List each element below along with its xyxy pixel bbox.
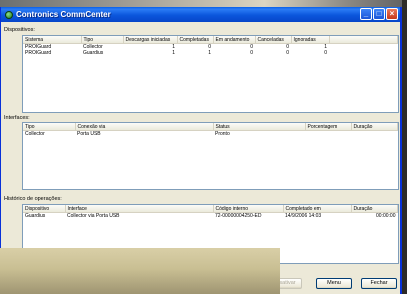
title-bar[interactable]: Contronics CommCenter _ □ ×	[1, 7, 400, 22]
table-row[interactable]: Collector Porta USB Pronto	[23, 131, 398, 138]
minimize-icon[interactable]: _	[360, 8, 372, 20]
column-header[interactable]: Porcentagem	[305, 123, 352, 131]
interfaces-table: Tipo Conexão via Status Porcentagem Dura…	[23, 123, 398, 137]
cell-duracao	[351, 131, 398, 138]
column-header[interactable]: Interface	[65, 205, 214, 213]
cell-tipo: Collector	[25, 131, 45, 137]
cell-tipo: Guardius	[83, 50, 104, 56]
cell-conexao: Porta USB	[77, 131, 101, 137]
historico-table: Dispositivo Interface Código interno Com…	[23, 205, 398, 219]
column-header[interactable]: Tipo	[81, 36, 124, 44]
cell-codigo: 72-00000004250-ED	[215, 213, 262, 219]
dispositivos-list[interactable]: Sistema Tipo Descargas iniciadas Complet…	[22, 35, 399, 113]
window-title: Contronics CommCenter	[16, 10, 111, 19]
historico-label: Histórico de operações:	[4, 196, 62, 202]
table-row[interactable]: PROIGuard Guardius 1 1 0 0 0	[23, 50, 398, 56]
column-header[interactable]: Sistema	[23, 36, 82, 44]
column-header[interactable]: Canceladas	[255, 36, 292, 44]
cell-status: Pronto	[215, 131, 230, 137]
column-header[interactable]: Duração	[351, 205, 398, 213]
table-row[interactable]: Guardius Collector via Porta USB 72-0000…	[23, 213, 398, 219]
column-header[interactable]: Dispositivo	[23, 205, 66, 213]
column-header[interactable]: Status	[213, 123, 306, 131]
cell-canceladas: 0	[286, 50, 289, 56]
cell-dispositivo: Guardius	[25, 213, 46, 219]
contronics-app-icon	[5, 10, 13, 19]
cell-completadas: 1	[208, 50, 211, 56]
column-header[interactable]: Completado em	[283, 205, 352, 213]
cell-porcentagem	[305, 131, 351, 138]
column-header[interactable]: Descargas iniciadas	[123, 36, 178, 44]
column-header[interactable]: Em andamento	[213, 36, 256, 44]
column-header[interactable]: Duração	[351, 123, 398, 131]
cell-em-andamento: 0	[250, 50, 253, 56]
cell-duracao: 00:00:00	[376, 213, 396, 219]
column-header[interactable]: Completadas	[177, 36, 214, 44]
dispositivos-table: Sistema Tipo Descargas iniciadas Complet…	[23, 36, 398, 56]
dispositivos-label: Dispositivos:	[4, 27, 35, 33]
column-header[interactable]: Tipo	[23, 123, 76, 131]
window-controls: _ □ ×	[360, 8, 398, 20]
cell-interface: Collector via Porta USB	[67, 213, 120, 219]
cell-descargas: 1	[172, 50, 175, 56]
column-header[interactable]: Conexão via	[75, 123, 214, 131]
menu-button[interactable]: Menu	[316, 278, 352, 289]
column-header[interactable]: Código interno	[213, 205, 284, 213]
cell-sistema: PROIGuard	[25, 50, 52, 56]
background-desktop-edge	[402, 0, 407, 294]
close-icon[interactable]: ×	[386, 8, 398, 20]
cell-completado-em: 14/9/2006 14:03	[285, 213, 322, 219]
column-header-filler	[329, 36, 398, 44]
background-photo-bottom	[0, 248, 280, 294]
cell-ignoradas: 0	[324, 50, 327, 56]
interfaces-label: Interfaces:	[4, 115, 30, 121]
maximize-icon[interactable]: □	[373, 8, 385, 20]
fechar-button[interactable]: Fechar	[361, 278, 397, 289]
column-header[interactable]: Ignoradas	[291, 36, 330, 44]
interfaces-list[interactable]: Tipo Conexão via Status Porcentagem Dura…	[22, 122, 399, 190]
